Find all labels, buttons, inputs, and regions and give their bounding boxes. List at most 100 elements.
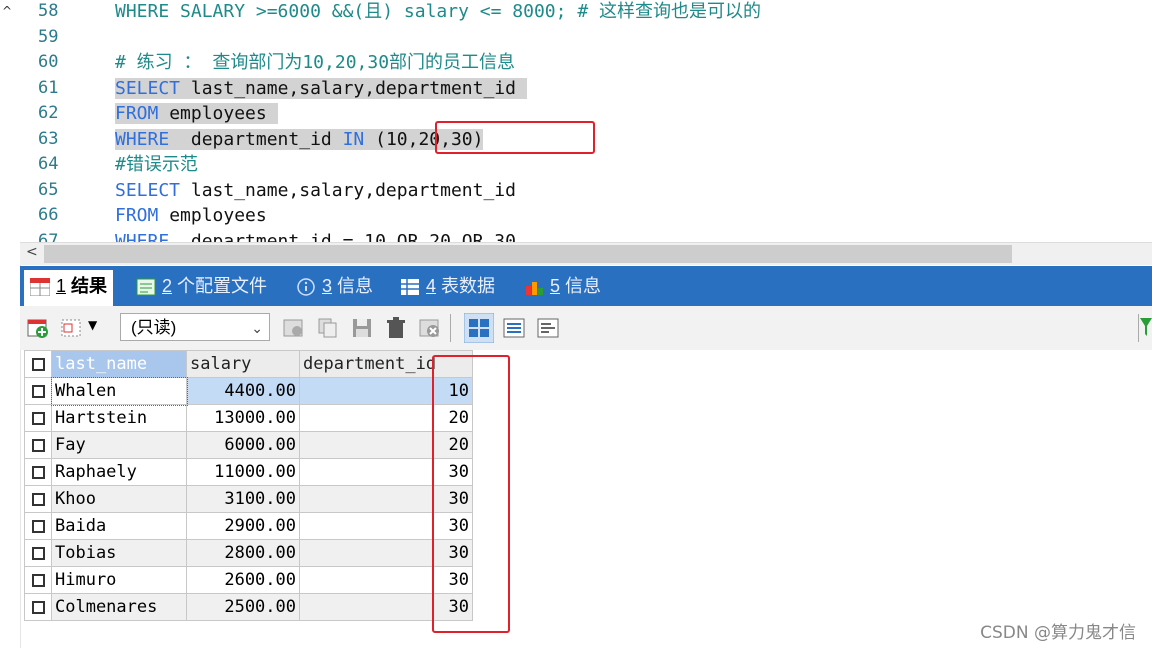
table-row[interactable]: Baida 2900.00 30 bbox=[24, 512, 473, 540]
code-line[interactable]: WHERE SALARY >=6000 &&(且) salary <= 8000… bbox=[115, 0, 761, 24]
cell-salary[interactable]: 2600.00 bbox=[186, 566, 300, 594]
select-all-checkbox[interactable] bbox=[24, 350, 52, 378]
cell-salary[interactable]: 4400.00 bbox=[186, 377, 300, 405]
column-header[interactable]: salary bbox=[186, 350, 300, 378]
table-row[interactable]: Hartstein 13000.00 20 bbox=[24, 404, 473, 432]
tab-number: 2 bbox=[162, 276, 173, 296]
scroll-up-icon[interactable]: ^ bbox=[2, 4, 12, 18]
row-checkbox[interactable] bbox=[24, 458, 52, 486]
code-token: department_id bbox=[169, 128, 343, 150]
tab-label: 信息 bbox=[332, 276, 374, 296]
tab-5[interactable]: 5 信息 bbox=[518, 270, 607, 302]
code-line[interactable]: SELECT last_name,salary,department_id bbox=[115, 178, 516, 203]
code-line[interactable]: WHERE department_id IN (10,20,30) bbox=[115, 127, 484, 152]
code-token: last_name,salary,department_id bbox=[180, 77, 527, 99]
code-token: WHERE bbox=[115, 230, 170, 243]
code-token: employees bbox=[158, 205, 267, 226]
tab-number: 5 bbox=[550, 276, 561, 296]
filter-icon[interactable] bbox=[1138, 314, 1152, 342]
insert-icon[interactable] bbox=[282, 316, 306, 340]
profile-icon bbox=[136, 276, 162, 296]
table-row[interactable]: Khoo 3100.00 30 bbox=[24, 485, 473, 513]
code-line[interactable]: FROM employees bbox=[115, 101, 278, 126]
line-number: 58 bbox=[38, 1, 59, 21]
line-number: 64 bbox=[38, 154, 59, 174]
horizontal-scrollbar[interactable]: < bbox=[20, 242, 1152, 265]
code-token: FROM bbox=[115, 103, 159, 124]
line-number: 61 bbox=[38, 77, 59, 98]
chevron-down-icon[interactable]: ▼ bbox=[88, 318, 97, 332]
info-icon bbox=[296, 276, 322, 296]
code-line[interactable]: WHERE department_id = 10 OR 20 OR 30 bbox=[115, 229, 516, 243]
row-checkbox[interactable] bbox=[24, 566, 52, 594]
cell-salary[interactable]: 3100.00 bbox=[186, 485, 300, 513]
cell-last-name[interactable]: Baida bbox=[51, 512, 187, 540]
cell-last-name[interactable]: Raphaely bbox=[51, 458, 187, 486]
code-line[interactable]: FROM employees bbox=[115, 203, 267, 228]
cell-salary[interactable]: 13000.00 bbox=[186, 404, 300, 432]
row-checkbox[interactable] bbox=[24, 431, 52, 459]
cell-salary[interactable]: 6000.00 bbox=[186, 431, 300, 459]
cell-salary[interactable]: 2800.00 bbox=[186, 539, 300, 567]
grid-header-row: last_name salary department_id bbox=[24, 350, 473, 378]
delete-icon[interactable] bbox=[384, 316, 408, 340]
row-checkbox[interactable] bbox=[24, 593, 52, 621]
code-token: # 练习 ： 查询部门为10,20,30部门的员工信息 bbox=[115, 52, 516, 73]
cell-last-name[interactable]: Fay bbox=[51, 431, 187, 459]
cell-last-name[interactable]: Tobias bbox=[51, 539, 187, 567]
column-header[interactable]: last_name bbox=[51, 350, 187, 378]
cancel-icon[interactable] bbox=[418, 316, 442, 340]
cell-last-name[interactable]: Whalen bbox=[50, 376, 188, 406]
table-row[interactable]: Fay 6000.00 20 bbox=[24, 431, 473, 459]
mode-select[interactable]: (只读) ⌄ bbox=[120, 313, 270, 341]
form-view-icon[interactable] bbox=[502, 316, 526, 340]
grid-view-icon[interactable] bbox=[464, 313, 494, 343]
add-row-icon[interactable] bbox=[26, 316, 50, 340]
code-token: SELECT bbox=[115, 179, 181, 201]
tab-1[interactable]: 1 结果 bbox=[24, 270, 114, 306]
mode-select-value: (只读) bbox=[131, 318, 177, 337]
result-toolbar: ▼ (只读) ⌄ bbox=[20, 306, 1152, 350]
code-line[interactable]: # 练习 ： 查询部门为10,20,30部门的员工信息 bbox=[115, 50, 515, 75]
table-row[interactable]: Himuro 2600.00 30 bbox=[24, 566, 473, 594]
tab-label: 结果 bbox=[66, 276, 108, 296]
tab-4[interactable]: 4 表数据 bbox=[394, 270, 501, 302]
cell-last-name[interactable]: Himuro bbox=[51, 566, 187, 594]
code-token: last_name,salary,department_id bbox=[180, 179, 516, 201]
result-tabbar: 1 结果 2 个配置文件 3 信息 4 表数据 5 信息 bbox=[20, 266, 1152, 306]
code-token: IN bbox=[342, 128, 365, 150]
tab-3[interactable]: 3 信息 bbox=[290, 270, 379, 302]
cell-salary[interactable]: 2500.00 bbox=[186, 593, 300, 621]
scroll-left-icon[interactable]: < bbox=[26, 244, 38, 260]
row-checkbox[interactable] bbox=[24, 377, 52, 405]
cell-last-name[interactable]: Hartstein bbox=[51, 404, 187, 432]
duplicate-icon[interactable] bbox=[316, 316, 340, 340]
table-row[interactable]: Tobias 2800.00 30 bbox=[24, 539, 473, 567]
highlight-box-department-id bbox=[432, 355, 510, 633]
cell-salary[interactable]: 11000.00 bbox=[186, 458, 300, 486]
line-number: 60 bbox=[38, 52, 59, 72]
code-token: FROM bbox=[115, 205, 159, 226]
tab-2[interactable]: 2 个配置文件 bbox=[130, 270, 273, 302]
tab-number: 1 bbox=[56, 276, 67, 296]
table-data-icon bbox=[400, 276, 426, 296]
result-grid-icon bbox=[30, 276, 56, 297]
row-checkbox[interactable] bbox=[24, 404, 52, 432]
cell-last-name[interactable]: Colmenares bbox=[51, 593, 187, 621]
save-icon[interactable] bbox=[350, 316, 374, 340]
grid-options-icon[interactable] bbox=[60, 316, 84, 340]
code-token: WHERE SALARY >=6000 &&(且) salary <= 8000… bbox=[115, 1, 761, 22]
scrollbar-thumb[interactable] bbox=[44, 245, 1012, 263]
row-checkbox[interactable] bbox=[24, 512, 52, 540]
row-checkbox[interactable] bbox=[24, 485, 52, 513]
table-row[interactable]: Raphaely 11000.00 30 bbox=[24, 458, 473, 486]
cell-last-name[interactable]: Khoo bbox=[51, 485, 187, 513]
text-view-icon[interactable] bbox=[536, 316, 560, 340]
cell-salary[interactable]: 2900.00 bbox=[186, 512, 300, 540]
line-number: 59 bbox=[38, 26, 59, 47]
table-row[interactable]: Colmenares 2500.00 30 bbox=[24, 593, 473, 621]
table-row[interactable]: Whalen 4400.00 10 bbox=[24, 376, 473, 406]
code-line[interactable]: SELECT last_name,salary,department_id bbox=[115, 76, 527, 101]
row-checkbox[interactable] bbox=[24, 539, 52, 567]
code-line[interactable]: #错误示范 bbox=[115, 152, 198, 177]
